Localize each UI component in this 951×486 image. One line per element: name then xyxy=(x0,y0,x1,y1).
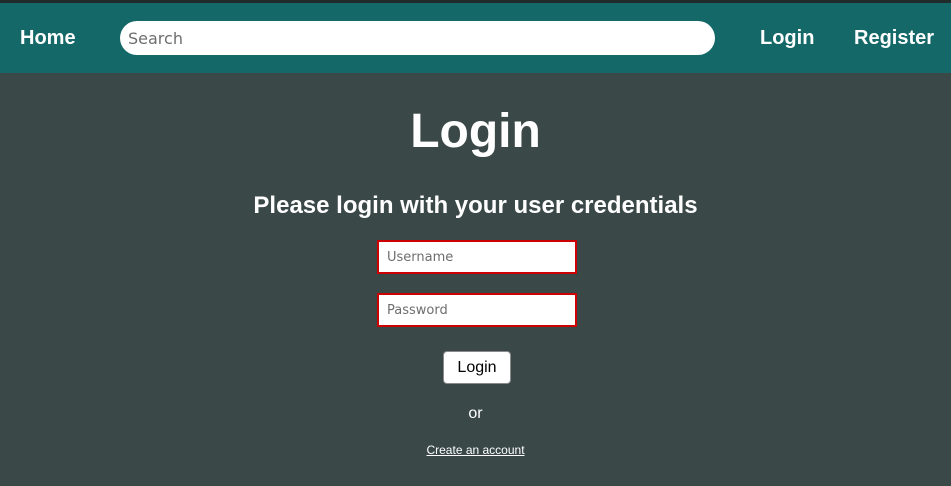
create-account-container: Create an account xyxy=(0,442,951,458)
or-separator: or xyxy=(468,405,483,422)
nav-register-link[interactable]: Register xyxy=(854,3,934,73)
login-page: Login Please login with your user creden… xyxy=(0,73,951,486)
nav-login-link[interactable]: Login xyxy=(760,3,814,73)
create-account-link[interactable]: Create an account xyxy=(426,443,524,457)
page-title: Login xyxy=(410,105,541,158)
navbar: Home Login Register xyxy=(0,3,951,73)
username-field[interactable] xyxy=(377,240,577,274)
login-instructions: Please login with your user credentials xyxy=(253,192,698,219)
nav-home-link[interactable]: Home xyxy=(20,3,76,73)
login-button[interactable]: Login xyxy=(443,351,511,384)
search-input[interactable] xyxy=(120,21,715,55)
password-field[interactable] xyxy=(377,293,577,327)
